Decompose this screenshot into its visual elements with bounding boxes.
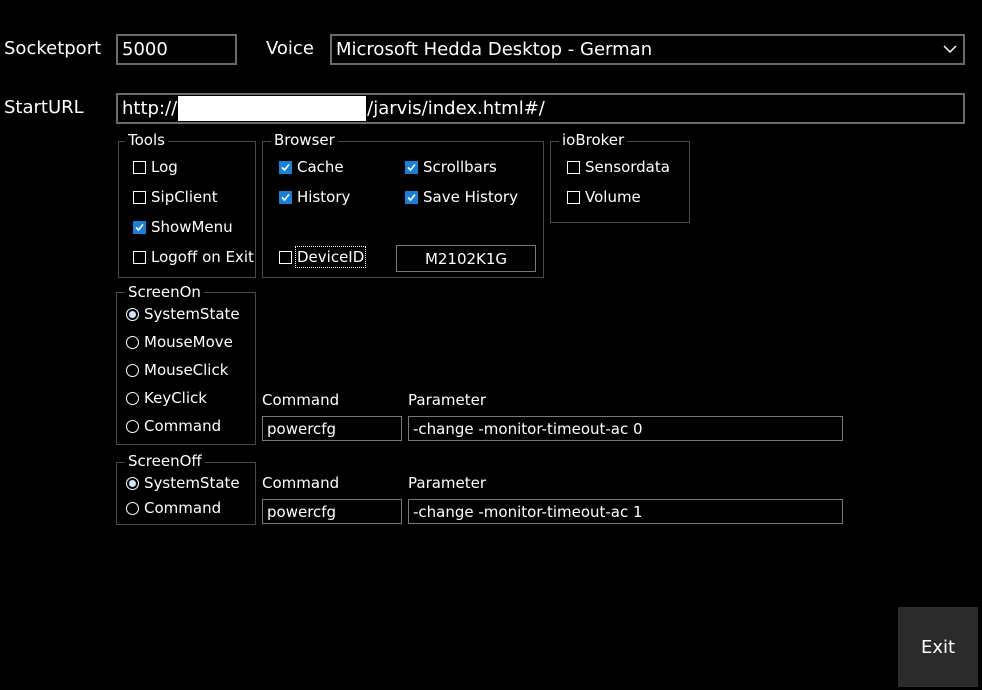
checkmark-icon	[133, 220, 146, 234]
radio-screenon-systemstate[interactable]: SystemState	[126, 305, 240, 323]
checkbox-label: Scrollbars	[423, 158, 497, 176]
screenon-parameter-value: -change -monitor-timeout-ac 0	[413, 419, 643, 438]
starturl-input[interactable]: http:// /jarvis/index.html#/	[116, 93, 965, 124]
screenon-command-input[interactable]: powercfg	[262, 416, 402, 441]
radio-icon	[126, 335, 139, 349]
tools-title: Tools	[125, 132, 168, 148]
voice-label: Voice	[266, 38, 314, 59]
checkbox-label: DeviceID	[294, 246, 367, 268]
socketport-label: Socketport	[4, 38, 102, 59]
radio-label: Command	[144, 499, 222, 517]
radio-screenon-mouseclick[interactable]: MouseClick	[126, 361, 228, 379]
screenoff-parameter-input[interactable]: -change -monitor-timeout-ac 1	[408, 499, 843, 524]
radio-label: SystemState	[144, 305, 240, 323]
screenoff-command-label: Command	[262, 474, 340, 492]
redacted-host	[178, 96, 367, 121]
checkmark-icon	[279, 160, 292, 174]
exit-button[interactable]: Exit	[898, 607, 978, 687]
exit-button-label: Exit	[920, 636, 956, 658]
screenoff-title: ScreenOff	[125, 453, 205, 469]
checkbox-icon	[279, 250, 292, 264]
starturl-label: StartURL	[4, 97, 84, 118]
radio-screenon-keyclick[interactable]: KeyClick	[126, 389, 207, 407]
screenon-parameter-input[interactable]: -change -monitor-timeout-ac 0	[408, 416, 843, 441]
screenon-parameter-label: Parameter	[408, 391, 487, 409]
checkbox-label: ShowMenu	[151, 218, 233, 236]
deviceid-input[interactable]: M2102K1G	[396, 245, 536, 272]
deviceid-value: M2102K1G	[424, 249, 508, 268]
radio-icon	[126, 391, 139, 405]
radio-icon	[126, 476, 139, 490]
iobroker-group	[550, 141, 690, 223]
radio-screenon-command[interactable]: Command	[126, 417, 221, 435]
checkbox-showmenu[interactable]: ShowMenu	[133, 218, 233, 236]
checkmark-icon	[279, 190, 292, 204]
radio-label: KeyClick	[144, 389, 207, 407]
checkbox-label: Save History	[423, 188, 518, 206]
checkbox-scrollbars[interactable]: Scrollbars	[405, 158, 497, 176]
radio-screenoff-command[interactable]: Command	[126, 499, 221, 517]
screenon-command-value: powercfg	[267, 419, 337, 438]
voice-selected-value: Microsoft Hedda Desktop - German	[336, 39, 653, 60]
screenoff-parameter-label: Parameter	[408, 474, 487, 492]
checkbox-label: Cache	[297, 158, 344, 176]
screenon-title: ScreenOn	[125, 284, 204, 300]
browser-title: Browser	[271, 132, 338, 148]
checkbox-logoff-on-exit[interactable]: Logoff on Exit	[133, 248, 254, 266]
checkbox-volume[interactable]: Volume	[567, 188, 641, 206]
checkbox-save-history[interactable]: Save History	[405, 188, 518, 206]
socketport-value: 5000	[122, 39, 168, 60]
radio-label: MouseClick	[144, 361, 229, 379]
radio-icon	[126, 307, 139, 321]
checkmark-icon	[405, 190, 418, 204]
radio-screenoff-systemstate[interactable]: SystemState	[126, 474, 240, 492]
checkbox-label: History	[297, 188, 351, 206]
checkbox-label: Volume	[585, 188, 641, 206]
checkbox-label: Sensordata	[585, 158, 670, 176]
starturl-suffix: /jarvis/index.html#/	[367, 98, 545, 119]
checkbox-icon	[133, 160, 146, 174]
starturl-prefix: http://	[122, 98, 178, 119]
iobroker-title: ioBroker	[559, 132, 628, 148]
voice-select[interactable]: Microsoft Hedda Desktop - German	[330, 34, 965, 65]
checkbox-icon	[567, 190, 580, 204]
screenoff-parameter-value: -change -monitor-timeout-ac 1	[413, 502, 643, 521]
checkbox-deviceid[interactable]: DeviceID	[279, 246, 367, 268]
checkbox-sipclient[interactable]: SipClient	[133, 188, 218, 206]
checkbox-label: Log	[151, 158, 178, 176]
radio-screenon-mousemove[interactable]: MouseMove	[126, 333, 233, 351]
checkbox-cache[interactable]: Cache	[279, 158, 344, 176]
checkbox-sensordata[interactable]: Sensordata	[567, 158, 670, 176]
radio-icon	[126, 419, 139, 433]
radio-label: MouseMove	[144, 333, 233, 351]
radio-label: SystemState	[144, 474, 240, 492]
socketport-input[interactable]: 5000	[116, 34, 237, 65]
screenoff-command-value: powercfg	[267, 502, 337, 521]
checkbox-label: SipClient	[151, 188, 218, 206]
radio-icon	[126, 501, 139, 515]
chevron-down-icon	[943, 45, 957, 54]
checkbox-history[interactable]: History	[279, 188, 350, 206]
radio-icon	[126, 363, 139, 377]
checkmark-icon	[405, 160, 418, 174]
checkbox-icon	[133, 250, 146, 264]
screenon-command-label: Command	[262, 391, 340, 409]
screenoff-command-input[interactable]: powercfg	[262, 499, 402, 524]
checkbox-log[interactable]: Log	[133, 158, 178, 176]
radio-label: Command	[144, 417, 222, 435]
checkbox-label: Logoff on Exit	[151, 248, 254, 266]
checkbox-icon	[133, 190, 146, 204]
checkbox-icon	[567, 160, 580, 174]
